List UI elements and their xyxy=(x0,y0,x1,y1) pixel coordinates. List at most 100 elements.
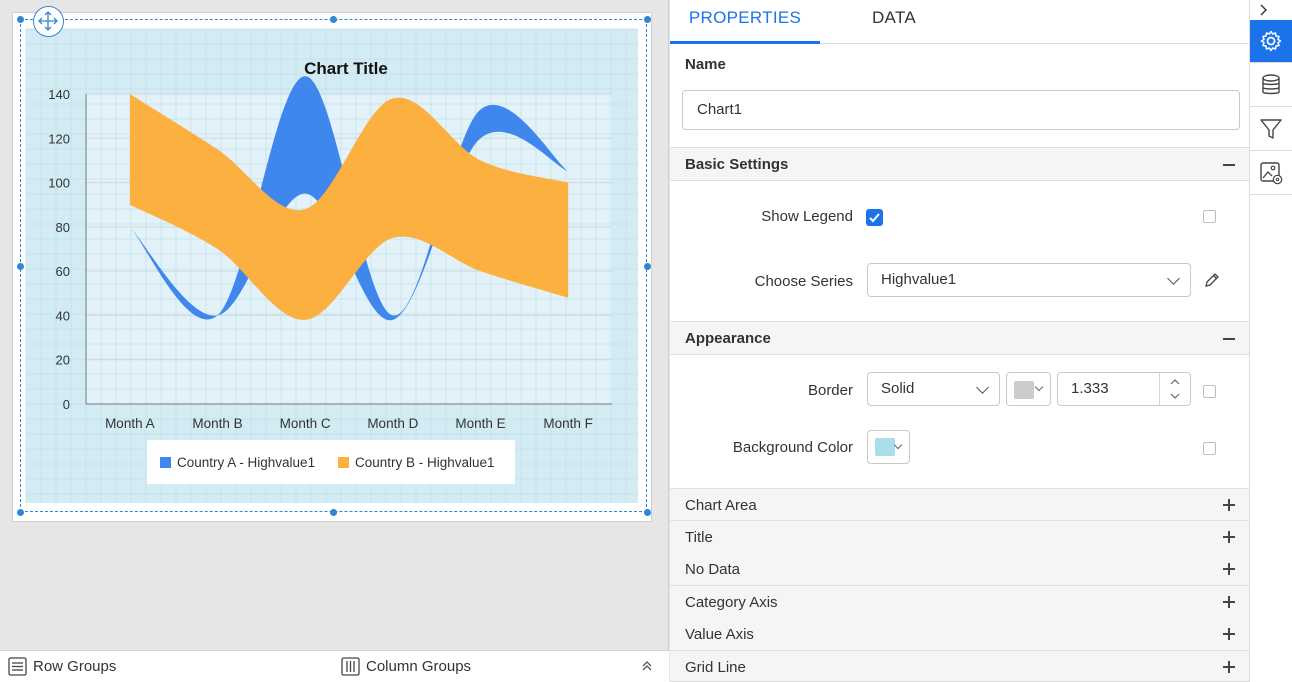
legend-label-0: Country A - Highvalue1 xyxy=(177,455,315,470)
x-tick-label: Month F xyxy=(543,416,593,431)
legend-label-1: Country B - Highvalue1 xyxy=(355,455,495,470)
border-style-dropdown[interactable]: Solid xyxy=(867,372,1000,406)
collapse-icon[interactable] xyxy=(1223,338,1235,340)
resize-handle-bottom-left[interactable] xyxy=(17,509,24,516)
name-input[interactable]: Chart1 xyxy=(682,90,1240,130)
chevron-right-icon[interactable] xyxy=(1258,3,1270,17)
border-color-picker[interactable] xyxy=(1006,372,1051,406)
border-override-checkbox[interactable] xyxy=(1203,385,1216,398)
settings-icon xyxy=(1260,30,1282,52)
x-tick-label: Month D xyxy=(367,416,418,431)
legend-swatch-0 xyxy=(160,457,171,468)
resize-handle-left[interactable] xyxy=(17,263,24,270)
border-style-value: Solid xyxy=(881,380,915,397)
y-tick-label: 140 xyxy=(48,87,70,102)
show-legend-checkbox[interactable] xyxy=(866,209,883,226)
stepper-up-icon[interactable] xyxy=(1169,377,1181,387)
expand-icon[interactable] xyxy=(1223,563,1235,575)
panel-tabs: PROPERTIES DATA xyxy=(670,0,1249,44)
y-tick-label: 100 xyxy=(48,176,70,191)
chevron-down-icon xyxy=(1167,272,1180,285)
basic-settings-header[interactable]: Basic Settings xyxy=(670,147,1249,181)
right-sidebar xyxy=(1249,0,1292,682)
appearance-title: Appearance xyxy=(685,330,771,347)
x-tick-label: Month E xyxy=(455,416,505,431)
section-no-data[interactable]: No Data xyxy=(670,553,1249,586)
resize-handle-top[interactable] xyxy=(330,16,337,23)
chart[interactable]: 0 20 40 60 80 100 120 140 Month A Month B Month C M… xyxy=(0,0,669,650)
section-title: Value Axis xyxy=(685,626,754,643)
resize-handle-top-right[interactable] xyxy=(644,16,651,23)
section-title-settings[interactable]: Title xyxy=(670,521,1249,554)
tab-data[interactable]: DATA xyxy=(850,0,938,44)
background-color-swatch xyxy=(875,438,895,456)
y-tick-label: 0 xyxy=(63,397,70,412)
choose-series-value: Highvalue1 xyxy=(881,271,957,288)
stepper-down-icon[interactable] xyxy=(1169,391,1181,401)
section-chart-area[interactable]: Chart Area xyxy=(670,488,1249,521)
row-groups-toggle[interactable]: Row Groups xyxy=(8,657,116,676)
y-tick-label: 80 xyxy=(56,220,70,235)
expand-icon[interactable] xyxy=(1223,499,1235,511)
section-title: Category Axis xyxy=(685,594,778,611)
groups-bar: Row Groups Column Groups xyxy=(0,650,669,682)
row-groups-label: Row Groups xyxy=(33,658,117,675)
background-color-label: Background Color xyxy=(732,439,853,456)
x-tick-label: Month A xyxy=(105,416,155,431)
collapse-icon[interactable] xyxy=(1223,164,1235,166)
y-tick-label: 120 xyxy=(48,131,70,146)
section-value-axis[interactable]: Value Axis xyxy=(670,618,1249,651)
database-icon xyxy=(1262,74,1280,95)
y-tick-label: 60 xyxy=(56,264,70,279)
section-title: No Data xyxy=(685,561,741,578)
section-title: Grid Line xyxy=(685,659,746,676)
choose-series-label: Choose Series xyxy=(754,273,853,290)
column-groups-toggle[interactable]: Column Groups xyxy=(341,657,471,676)
edit-icon[interactable] xyxy=(1203,271,1221,289)
resize-handle-bottom[interactable] xyxy=(330,509,337,516)
expand-icon[interactable] xyxy=(1223,596,1235,608)
section-title: Chart Area xyxy=(685,497,757,514)
double-chevron-up-icon[interactable] xyxy=(640,659,654,673)
expand-icon[interactable] xyxy=(1223,531,1235,543)
filter-icon xyxy=(1260,119,1282,139)
section-category-axis[interactable]: Category Axis xyxy=(670,586,1249,619)
chart-title: Chart Title xyxy=(304,59,388,78)
border-color-swatch xyxy=(1014,381,1034,399)
list-icon xyxy=(8,657,27,676)
design-canvas: 0 20 40 60 80 100 120 140 Month A Month B Month C M… xyxy=(0,0,669,650)
appearance-header[interactable]: Appearance xyxy=(670,321,1249,355)
basic-settings-title: Basic Settings xyxy=(685,156,789,173)
resize-handle-right[interactable] xyxy=(644,263,651,270)
expand-icon[interactable] xyxy=(1223,628,1235,640)
show-legend-override-checkbox[interactable] xyxy=(1203,210,1216,223)
background-color-picker[interactable] xyxy=(867,430,910,464)
name-label: Name xyxy=(685,56,726,73)
data-sidebar-button[interactable] xyxy=(1250,64,1292,107)
move-icon[interactable] xyxy=(33,6,64,37)
section-title: Title xyxy=(685,529,713,546)
chevron-down-icon xyxy=(976,381,989,394)
resize-handle-bottom-right[interactable] xyxy=(644,509,651,516)
image-settings-sidebar-button[interactable] xyxy=(1250,152,1292,195)
properties-sidebar-button[interactable] xyxy=(1250,20,1292,63)
image-settings-icon xyxy=(1260,162,1283,185)
choose-series-dropdown[interactable]: Highvalue1 xyxy=(867,263,1191,297)
border-label: Border xyxy=(807,382,853,399)
border-width-value: 1.333 xyxy=(1071,380,1109,397)
tab-properties[interactable]: PROPERTIES xyxy=(670,0,820,44)
y-tick-label: 20 xyxy=(56,353,70,368)
x-tick-label: Month B xyxy=(192,416,242,431)
background-override-checkbox[interactable] xyxy=(1203,442,1216,455)
resize-handle-top-left[interactable] xyxy=(17,16,24,23)
check-icon xyxy=(869,213,880,223)
section-grid-line[interactable]: Grid Line xyxy=(670,651,1249,682)
border-width-stepper[interactable]: 1.333 xyxy=(1057,372,1191,406)
columns-icon xyxy=(341,657,360,676)
show-legend-label: Show Legend xyxy=(761,208,853,225)
filter-sidebar-button[interactable] xyxy=(1250,108,1292,151)
column-groups-label: Column Groups xyxy=(366,658,472,675)
chevron-down-icon xyxy=(1034,382,1044,392)
expand-icon[interactable] xyxy=(1223,661,1235,673)
properties-panel: PROPERTIES DATA Name Chart1 Basic Settin… xyxy=(670,0,1249,682)
